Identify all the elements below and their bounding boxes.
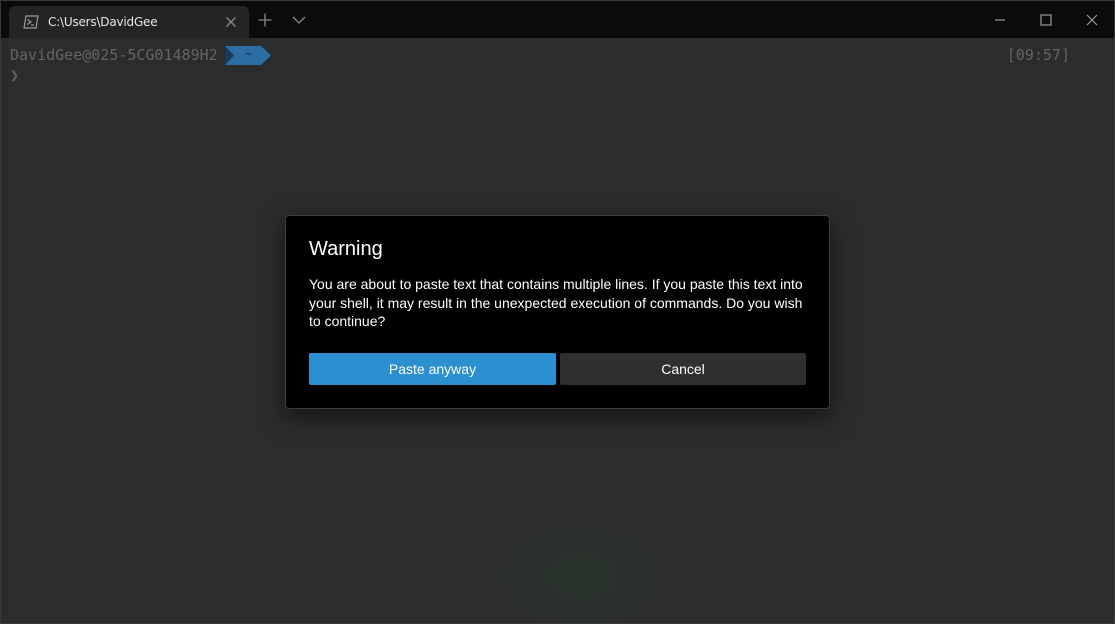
close-icon[interactable] [223,14,239,30]
background-glow [491,521,671,623]
cancel-button[interactable]: Cancel [560,353,806,385]
window-close-icon[interactable] [1085,13,1099,27]
tab-title: C:\Users\DavidGee [48,15,158,29]
chevron-down-icon[interactable] [291,13,307,27]
paste-anyway-button[interactable]: Paste anyway [309,353,556,385]
prompt-time: [09:57] [1006,46,1070,64]
tab-powershell[interactable]: C:\Users\DavidGee [9,6,249,38]
maximize-icon[interactable] [1039,13,1053,27]
warning-dialog: Warning You are about to paste text that… [285,215,830,409]
prompt-path: ~ [245,47,252,60]
plus-icon[interactable] [257,12,273,28]
powershell-icon [23,15,39,29]
prompt-caret: ❯ [10,66,20,84]
dialog-title: Warning [309,238,383,260]
title-bar[interactable]: C:\Users\DavidGee [1,1,1114,38]
prompt-user-host: DavidGee@025-5CG01489H2 [10,46,218,64]
dialog-message: You are about to paste text that contain… [309,276,803,329]
minimize-icon[interactable] [993,13,1007,27]
